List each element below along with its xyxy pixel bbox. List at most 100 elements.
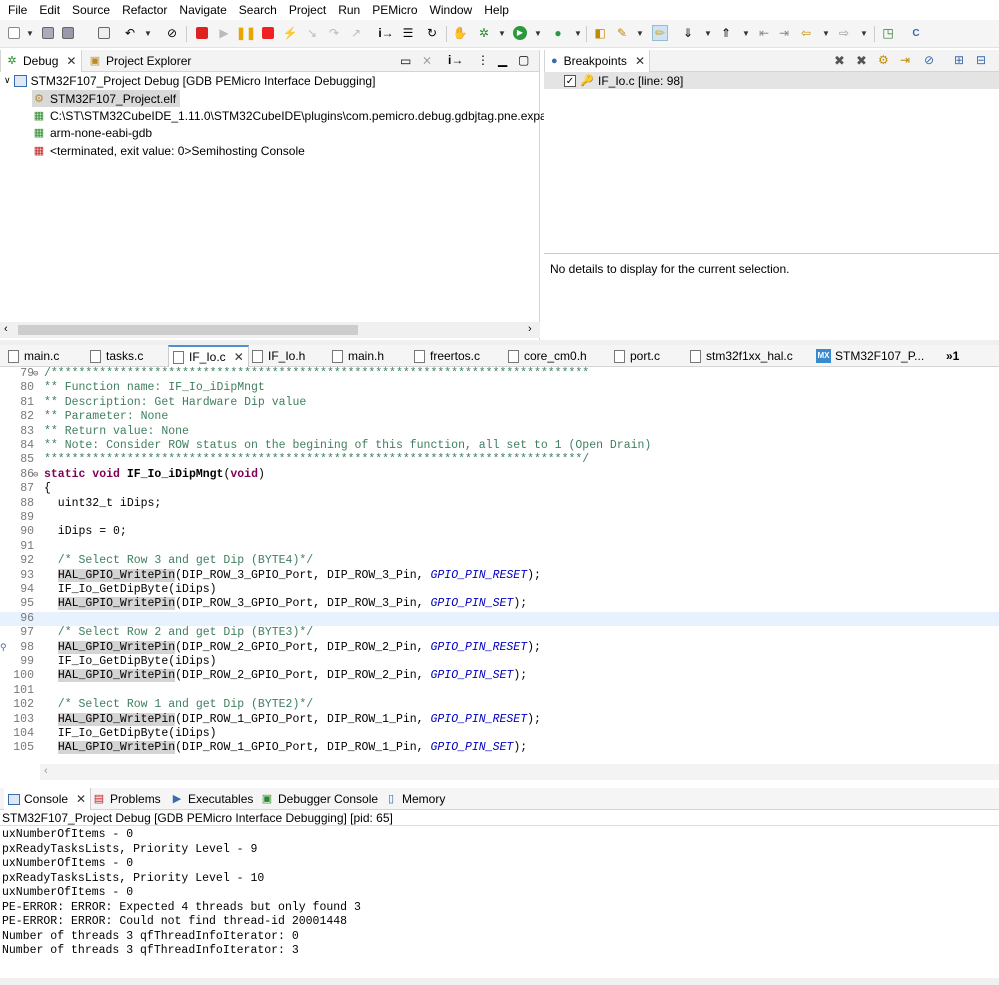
code-line[interactable]: 91 [0,540,999,554]
code-line[interactable]: 94 IF_Io_GetDipByte(iDips) [0,583,999,597]
breakpoint-marker-icon[interactable]: ⚲ [0,641,7,655]
instruction-stepping-icon[interactable]: i→ [378,25,394,41]
cpp-perspective-icon[interactable]: C [908,25,924,41]
run-dropdown-icon[interactable]: ▼ [530,25,546,41]
step-return-icon[interactable]: ↗ [348,25,364,41]
collapse-all-icon[interactable]: ⊟ [976,53,986,67]
editor-tab-if-io-c[interactable]: IF_Io.c ✕ [168,345,249,367]
new-icon[interactable] [6,25,22,41]
close-icon[interactable]: ✕ [635,54,645,68]
edit-icon[interactable]: ✎ [614,25,630,41]
code-line[interactable]: 86 ⊖ static void IF_Io_iDipMngt(void) [0,468,999,482]
undo-dropdown-icon[interactable]: ▼ [140,25,156,41]
code-line[interactable]: 103 HAL_GPIO_WritePin(DIP_ROW_1_GPIO_Por… [0,712,999,727]
suspend-icon[interactable]: ❚❚ [236,25,256,41]
debug-icon[interactable]: ✲ [476,25,492,41]
code-line[interactable]: 81 ** Description: Get Hardware Dip value [0,396,999,410]
terminate-relaunch-icon[interactable] [194,25,210,41]
code-line[interactable]: 93 HAL_GPIO_WritePin(DIP_ROW_3_GPIO_Port… [0,568,999,583]
tree-item-gdb[interactable]: ▦ arm-none-eabi-gdb [32,124,152,141]
debug-dropdown-icon[interactable]: ▼ [494,25,510,41]
code-line[interactable]: 87 { [0,482,999,496]
remove-all-breakpoints-icon[interactable]: ✖ [856,53,867,69]
menu-item-edit[interactable]: Edit [33,3,66,17]
fold-collapse-icon[interactable]: ⊖ [33,468,38,482]
scroll-right-icon[interactable]: › [528,323,532,335]
code-line[interactable]: 96 [0,611,999,627]
save-all-icon[interactable] [60,25,76,41]
breakpoint-item[interactable]: ✓ 🔑 IF_Io.c [line: 98] [544,72,999,89]
code-line[interactable]: 82 ** Parameter: None [0,410,999,424]
code-line[interactable]: 97 /* Select Row 2 and get Dip (BYTE3)*/ [0,626,999,640]
last-edit-icon[interactable]: ⇤ [756,25,772,41]
remove-breakpoint-icon[interactable]: ✖ [834,53,845,69]
menu-item-file[interactable]: File [2,3,33,17]
editor-tab-overflow[interactable]: »1 [946,345,959,367]
code-line[interactable]: 98 ⚲ HAL_GPIO_WritePin(DIP_ROW_2_GPIO_Por… [0,640,999,655]
tree-item-elf[interactable]: ⚙ STM32F107_Project.elf [32,90,181,107]
close-icon[interactable]: ✕ [76,792,86,806]
step-into-icon[interactable]: ↘ [304,25,320,41]
skip-all-breakpoints-icon[interactable]: ⊘ [924,53,934,67]
disconnect-icon[interactable]: ⚡ [282,25,298,41]
show-supported-icon[interactable]: ⚙ [878,53,889,67]
menu-item-source[interactable]: Source [66,3,116,17]
open-perspective-icon[interactable]: ◳ [880,25,896,41]
menu-item-refactor[interactable]: Refactor [116,3,173,17]
run-icon[interactable]: ▶ [512,25,528,41]
tab-breakpoints[interactable]: ● Breakpoints ✕ [544,50,650,72]
save-icon[interactable] [40,25,56,41]
editor-tab-freertos-c[interactable]: freertos.c [410,345,484,367]
editor-tab-stm32f107-p-[interactable]: MX STM32F107_P... [812,345,928,367]
open-type-icon[interactable]: ◧ [592,25,608,41]
skip-breakpoints-icon[interactable]: ⊘ [164,25,180,41]
instruction-stepping-mode-icon[interactable]: i→ [448,53,463,67]
tree-item-gdb-server[interactable]: ▦ C:\ST\STM32CubeIDE_1.11.0\STM32CubeIDE… [32,107,568,124]
editor-tab-port-c[interactable]: port.c [610,345,664,367]
code-line[interactable]: 100 HAL_GPIO_WritePin(DIP_ROW_2_GPIO_Por… [0,669,999,683]
next-annotation-icon[interactable]: ⇓ [680,25,696,41]
menu-item-pemicro[interactable]: PEMicro [366,3,423,17]
code-line[interactable]: 80 ** Function name: IF_Io_iDipMngt [0,381,999,395]
code-line[interactable]: 84 ** Note: Consider ROW status on the be… [0,439,999,453]
tab-executables[interactable]: ▶ Executables [170,788,254,810]
tab-debug[interactable]: ✲ Debug ✕ [0,50,82,72]
editor-tab-tasks-c[interactable]: tasks.c [86,345,147,367]
code-line[interactable]: 99 IF_Io_GetDipByte(iDips) [0,655,999,669]
minimize-icon[interactable]: ▭ [400,54,411,68]
back-icon[interactable]: ⇦ [798,25,814,41]
edit-dropdown-icon[interactable]: ▼ [632,25,648,41]
code-line[interactable]: 89 [0,511,999,525]
code-line[interactable]: 79 ⊖ /************************************… [0,367,999,381]
scroll-left-icon[interactable]: ‹ [44,765,48,777]
hand-icon[interactable]: ✋ [452,25,468,41]
tree-item-semihosting[interactable]: ▦ <terminated, exit value: 0>Semihosting… [32,142,305,159]
forward-icon[interactable]: ⇨ [836,25,852,41]
tab-console[interactable]: Console ✕ [4,788,92,810]
forward-dropdown-icon[interactable]: ▼ [856,25,872,41]
resume-icon[interactable]: ▶ [216,25,232,41]
code-line[interactable]: 85 **************************************… [0,453,999,467]
code-line[interactable]: 88 uint32_t iDips; [0,497,999,511]
code-line[interactable]: 101 [0,684,999,698]
close-icon[interactable]: ✕ [66,54,76,68]
chevron-down-icon[interactable]: ∨ [4,75,11,86]
checkbox-checked-icon[interactable]: ✓ [564,74,576,87]
code-line[interactable]: 95 HAL_GPIO_WritePin(DIP_ROW_3_GPIO_Port… [0,597,999,611]
menu-item-search[interactable]: Search [233,3,283,17]
new-dropdown-icon[interactable]: ▼ [22,25,38,41]
code-line[interactable]: 90 iDips = 0; [0,525,999,539]
tab-memory[interactable]: ▯ Memory [384,788,445,810]
fold-collapse-icon[interactable]: ⊖ [33,367,38,381]
editor-tab-main-c[interactable]: main.c [4,345,63,367]
close-icon[interactable]: ✕ [234,350,244,364]
code-line[interactable]: 104 IF_Io_GetDipByte(iDips) [0,727,999,741]
scroll-left-icon[interactable]: ‹ [4,323,8,335]
editor-tab-core-cm0-h[interactable]: core_cm0.h [504,345,591,367]
horizontal-scrollbar[interactable]: ‹ › [0,322,540,338]
previous-annotation-dropdown-icon[interactable]: ▼ [738,25,754,41]
tab-debugger-console[interactable]: ▣ Debugger Console [260,788,378,810]
build-icon[interactable] [96,25,112,41]
tree-item-launch[interactable]: ∨ STM32F107_Project Debug [GDB PEMicro I… [4,72,375,89]
reset-icon[interactable]: ☰ [400,25,416,41]
